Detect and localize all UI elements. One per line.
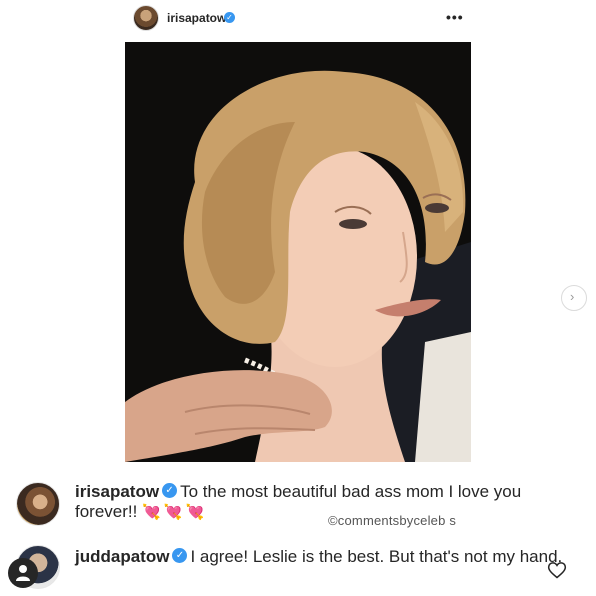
next-photo-button[interactable]: › bbox=[561, 285, 587, 311]
verified-badge-icon: ✓ bbox=[162, 483, 178, 499]
author-avatar[interactable] bbox=[133, 5, 159, 31]
post-photo[interactable] bbox=[125, 42, 471, 462]
verified-badge-icon: ✓ bbox=[172, 548, 188, 564]
verified-badge-icon: ✓ bbox=[224, 12, 235, 23]
watermark: ©commentsbyceleb s bbox=[328, 513, 457, 528]
comment-text: juddapatow ✓ I agree! Leslie is the best. … bbox=[75, 547, 575, 567]
comment-text: irisapatow ✓ To the most beautiful bad ass… bbox=[75, 482, 575, 523]
author-username[interactable]: irisapatow bbox=[167, 11, 226, 25]
comment-body: I agree! Leslie is the best. But that's … bbox=[190, 547, 563, 566]
post-header: irisapatow ✓ ••• bbox=[0, 0, 596, 36]
more-dots-icon[interactable]: ••• bbox=[446, 9, 464, 25]
chevron-right-icon: › bbox=[570, 289, 575, 304]
comment-username[interactable]: irisapatow bbox=[75, 482, 159, 501]
comment-username[interactable]: juddapatow bbox=[75, 547, 169, 566]
commenter-avatar[interactable] bbox=[16, 482, 60, 526]
heart-outline-icon[interactable] bbox=[547, 560, 567, 580]
heart-emoji-icons: 💘💘💘 bbox=[142, 504, 208, 521]
portrait-image bbox=[125, 42, 471, 462]
account-icon[interactable] bbox=[8, 558, 38, 588]
